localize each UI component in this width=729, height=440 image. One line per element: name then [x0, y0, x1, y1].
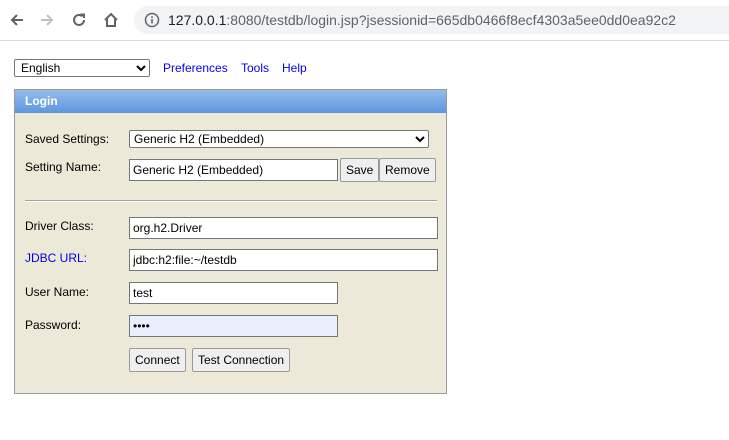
setting-name-input[interactable] [129, 159, 338, 181]
section-divider [25, 200, 437, 202]
address-bar[interactable]: 127.0.0.1:8080/testdb/login.jsp?jsession… [134, 6, 729, 34]
forward-arrow-icon[interactable] [34, 7, 60, 33]
test-connection-button[interactable]: Test Connection [192, 348, 291, 372]
help-link[interactable]: Help [282, 61, 307, 75]
browser-toolbar: 127.0.0.1:8080/testdb/login.jsp?jsession… [0, 0, 729, 41]
driver-class-input[interactable] [129, 217, 438, 239]
login-panel-title: Login [15, 90, 446, 113]
remove-button[interactable]: Remove [379, 158, 436, 182]
saved-settings-select[interactable]: Generic H2 (Embedded) [129, 130, 429, 148]
info-icon[interactable] [144, 12, 160, 28]
tools-link[interactable]: Tools [241, 61, 269, 75]
password-label: Password: [25, 318, 82, 332]
preferences-link[interactable]: Preferences [163, 61, 228, 75]
back-arrow-icon[interactable] [4, 7, 30, 33]
driver-class-label: Driver Class: [25, 219, 94, 233]
url-path: :8080/testdb/login.jsp?jsessionid=665db0… [226, 12, 676, 28]
language-select[interactable]: English [14, 59, 150, 77]
jdbc-url-label[interactable]: JDBC URL: [25, 251, 87, 265]
login-panel: Login Saved Settings: Generic H2 (Embedd… [14, 89, 447, 394]
url-text: 127.0.0.1:8080/testdb/login.jsp?jsession… [168, 12, 676, 28]
connect-button[interactable]: Connect [129, 348, 186, 372]
url-host: 127.0.0.1 [168, 12, 227, 28]
saved-settings-label: Saved Settings: [25, 132, 110, 146]
reload-icon[interactable] [66, 7, 92, 33]
jdbc-url-input[interactable] [129, 249, 438, 271]
password-input[interactable] [129, 315, 338, 337]
setting-name-label: Setting Name: [25, 160, 102, 174]
user-name-input[interactable] [129, 282, 338, 304]
home-icon[interactable] [98, 7, 124, 33]
save-button[interactable]: Save [340, 158, 380, 182]
user-name-label: User Name: [25, 285, 90, 299]
